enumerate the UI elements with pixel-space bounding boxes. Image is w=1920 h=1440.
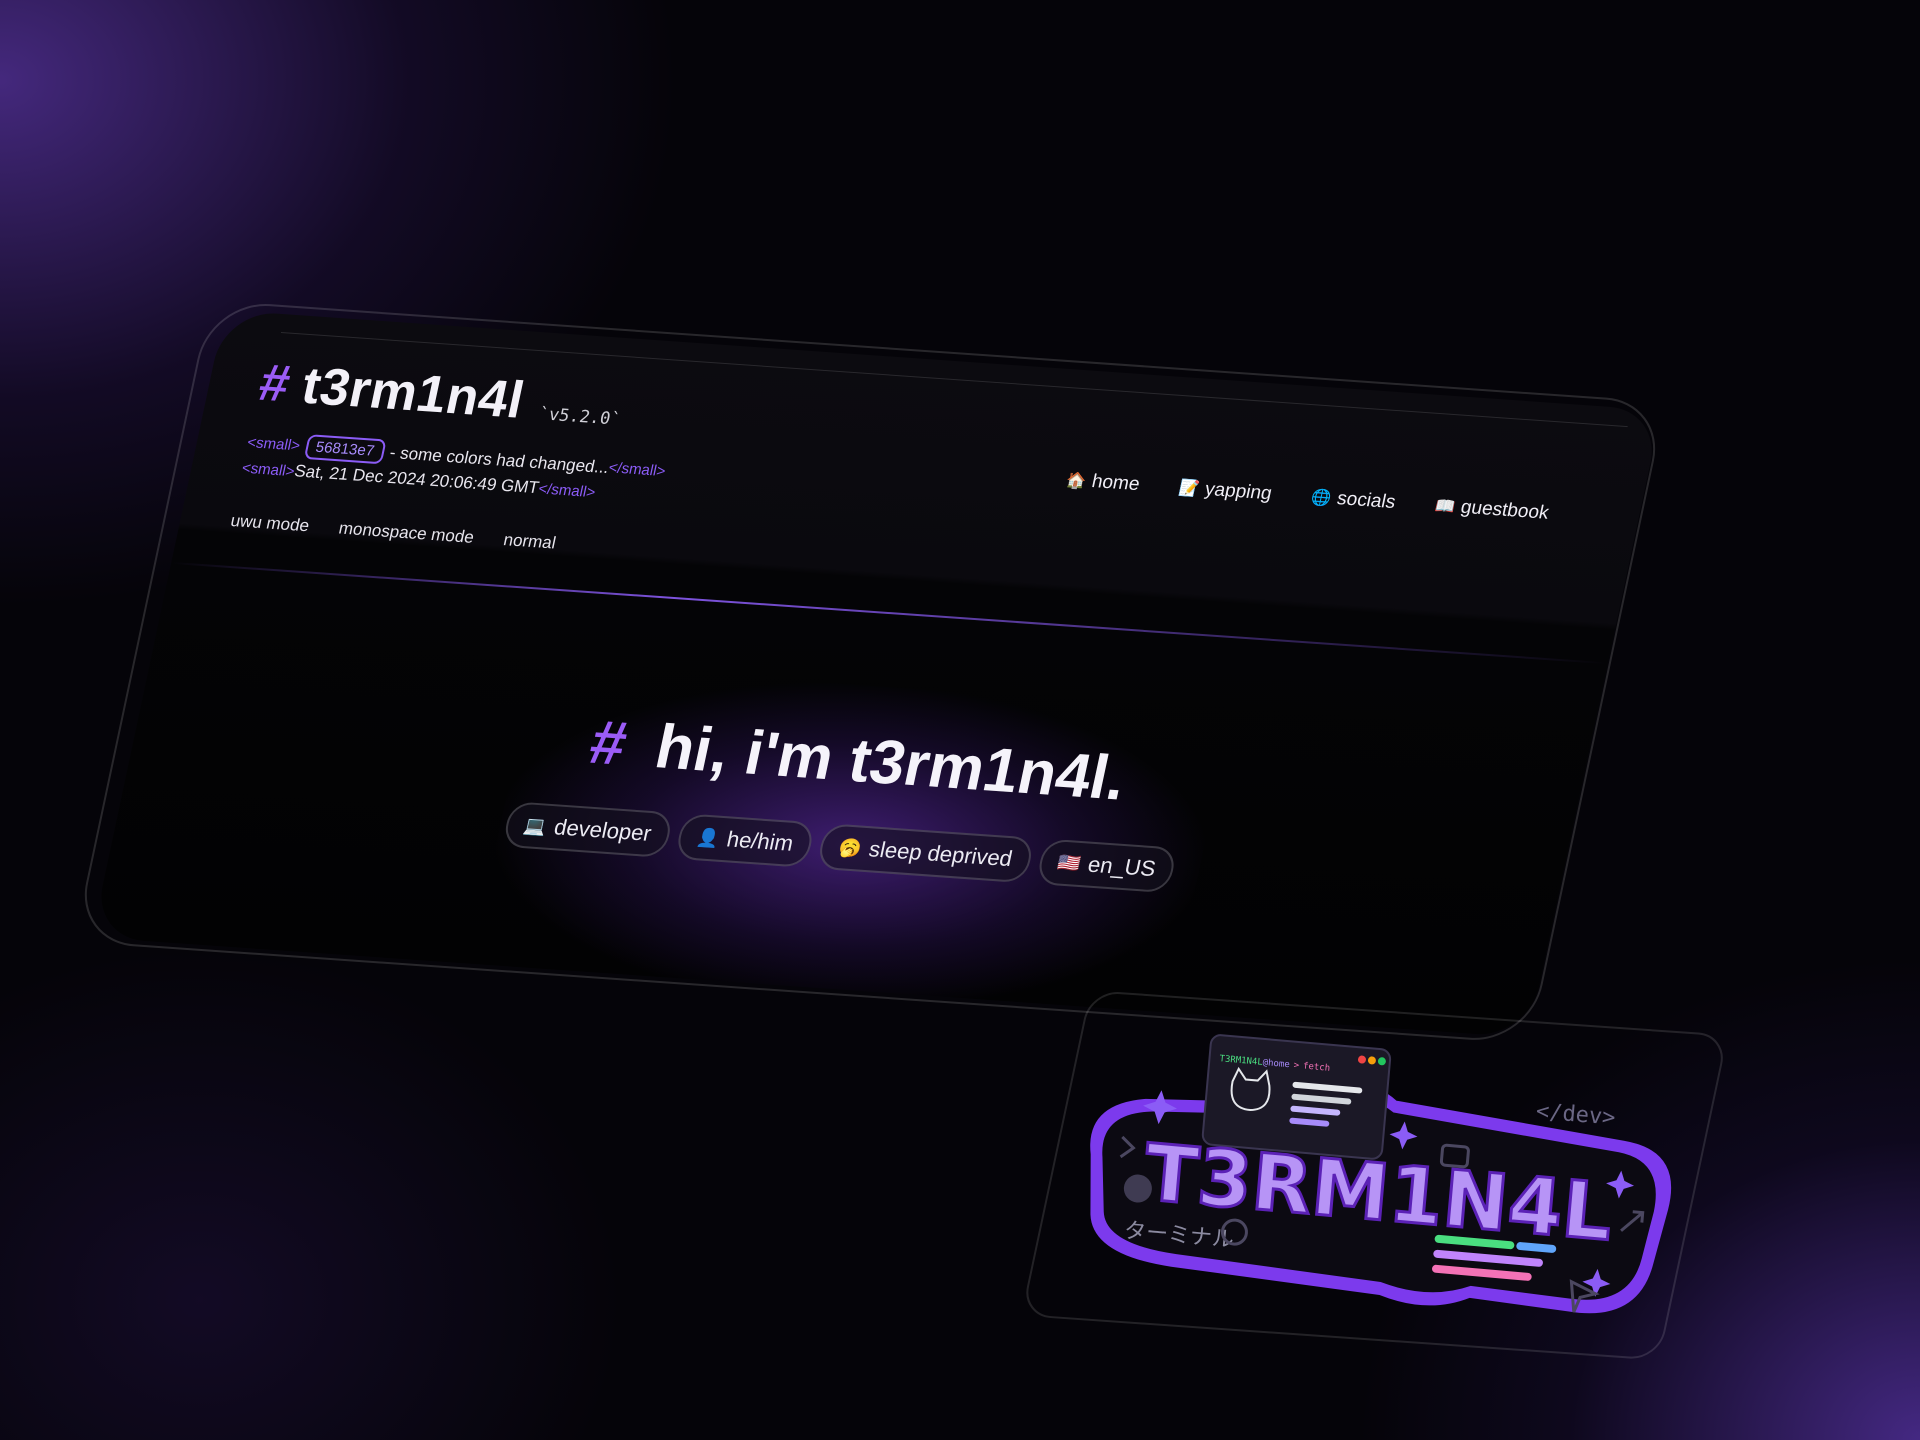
yawning-face-icon: 🥱 <box>836 836 864 859</box>
small-open-tag: <small> <box>240 459 297 480</box>
nav-guestbook[interactable]: 📖 guestbook <box>1433 495 1551 525</box>
site-header: # t3rm1n4l `v5.2.0` <small> 56813e7 - so… <box>224 353 1643 647</box>
small-close-tag: </small> <box>536 479 598 501</box>
t3rm1n4l-sticker-svg: T3RM1N4L@home > fetch T3RM1N4L </dev> ターミナ… <box>1090 1034 1672 1314</box>
laptop-icon: 💻 <box>522 814 549 837</box>
site-title[interactable]: # t3rm1n4l `v5.2.0` <box>254 353 629 438</box>
nav-socials[interactable]: 🌐 socials <box>1309 486 1397 514</box>
small-open-tag: <small> <box>245 433 302 455</box>
book-icon: 📖 <box>1433 497 1457 517</box>
nav-label: yapping <box>1202 478 1274 505</box>
hero-hash: # <box>583 708 633 779</box>
pill-label: developer <box>551 814 654 846</box>
title-hash: # <box>254 353 296 414</box>
mode-switcher: uwu mode monospace mode normal <box>229 511 558 553</box>
nav-label: guestbook <box>1458 496 1551 524</box>
nav-yapping[interactable]: 📝 yapping <box>1177 477 1274 505</box>
house-icon: 🏠 <box>1064 472 1088 491</box>
browser-card: # t3rm1n4l `v5.2.0` <small> 56813e7 - so… <box>91 310 1662 1038</box>
pill-label: he/him <box>724 826 796 856</box>
version-label: `v5.2.0` <box>536 404 623 430</box>
monospace-mode-button[interactable]: monospace mode <box>337 519 476 548</box>
nav-home[interactable]: 🏠 home <box>1064 469 1142 496</box>
person-icon: 👤 <box>694 826 722 849</box>
pill-label: sleep deprived <box>866 836 1015 872</box>
pill-label: en_US <box>1085 851 1159 882</box>
nav-label: home <box>1089 471 1142 496</box>
main-nav: 🏠 home 📝 yapping 🌐 socials 📖 guestbook <box>1064 469 1551 524</box>
logo-sticker: T3RM1N4L@home > fetch T3RM1N4L </dev> ターミナ… <box>1060 1010 1710 1340</box>
normal-mode-button[interactable]: normal <box>502 530 558 553</box>
site-name: t3rm1n4l <box>296 356 530 430</box>
memo-icon: 📝 <box>1177 480 1201 499</box>
commit-hash-link[interactable]: 56813e7 <box>303 434 387 465</box>
dev-tag-text: </dev> <box>1535 1099 1616 1131</box>
backdrop: # t3rm1n4l `v5.2.0` <small> 56813e7 - so… <box>0 0 1920 1440</box>
pill-locale: 🇺🇸 en_US <box>1035 838 1179 894</box>
pill-pronouns: 👤 he/him <box>673 813 816 868</box>
small-close-tag: </small> <box>606 459 668 481</box>
nav-label: socials <box>1335 488 1398 513</box>
uwu-mode-button[interactable]: uwu mode <box>229 511 311 536</box>
us-flag-icon: 🇺🇸 <box>1055 852 1083 874</box>
globe-icon: 🌐 <box>1309 489 1333 508</box>
